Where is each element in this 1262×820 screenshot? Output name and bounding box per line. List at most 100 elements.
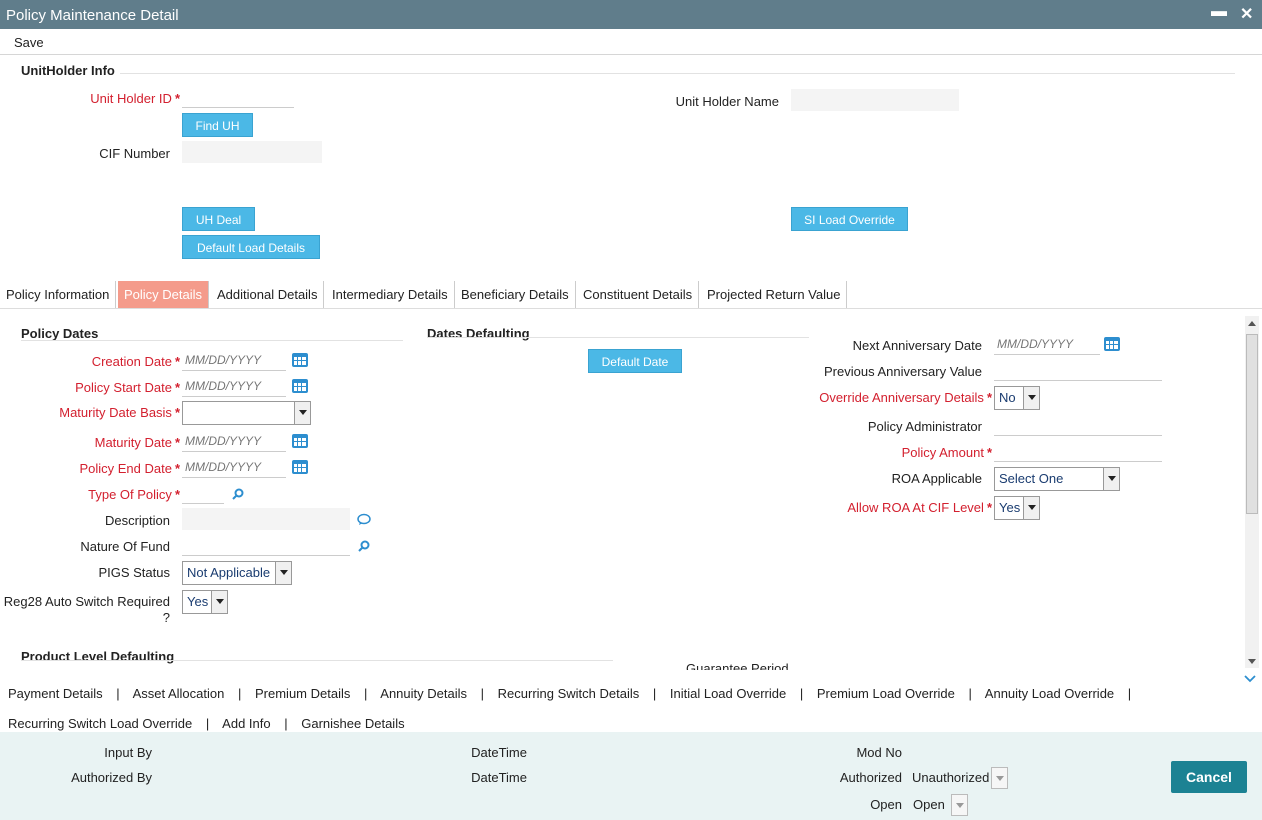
type-of-policy-label: Type Of Policy * xyxy=(88,487,180,502)
link-annuity-details[interactable]: Annuity Details xyxy=(380,686,467,701)
scroll-up-icon[interactable] xyxy=(1248,321,1256,326)
tab-constituent-details[interactable]: Constituent Details xyxy=(577,281,700,308)
policy-administrator-input[interactable] xyxy=(994,414,1162,436)
link-add-info[interactable]: Add Info xyxy=(222,716,270,731)
calendar-icon[interactable] xyxy=(1104,337,1120,351)
description-field xyxy=(182,508,350,530)
section-title-policy-dates: Policy Dates xyxy=(21,326,99,341)
policy-amount-label: Policy Amount * xyxy=(901,445,992,460)
scroll-down-icon[interactable] xyxy=(1248,659,1256,664)
cif-number-field xyxy=(182,141,322,163)
close-icon[interactable]: ✕ xyxy=(1240,4,1253,24)
chevron-down-icon xyxy=(294,402,310,424)
input-by-label: Input By xyxy=(104,745,152,760)
chevron-down-icon xyxy=(275,562,291,584)
link-premium-details[interactable]: Premium Details xyxy=(255,686,350,701)
pigs-status-select[interactable]: Not Applicable xyxy=(182,561,292,585)
authorized-by-label: Authorized By xyxy=(71,770,152,785)
unit-holder-name-label: Unit Holder Name xyxy=(675,94,779,109)
next-anniversary-date-label: Next Anniversary Date xyxy=(852,338,982,353)
mod-no-label: Mod No xyxy=(856,745,902,760)
comment-icon[interactable] xyxy=(357,513,371,526)
link-recurring-switch-load-override[interactable]: Recurring Switch Load Override xyxy=(8,716,192,731)
find-uh-button[interactable]: Find UH xyxy=(182,113,253,137)
section-title-dates-defaulting: Dates Defaulting xyxy=(427,326,530,341)
reg28-auto-switch-select[interactable]: Yes xyxy=(182,590,228,614)
policy-end-date-label: Policy End Date * xyxy=(79,461,180,476)
policy-start-date-label: Policy Start Date * xyxy=(75,380,180,395)
save-button[interactable]: Save xyxy=(14,35,44,50)
maturity-date-basis-select[interactable] xyxy=(182,401,311,425)
link-annuity-load-override[interactable]: Annuity Load Override xyxy=(985,686,1114,701)
search-icon[interactable] xyxy=(358,540,370,552)
allow-roa-cif-level-select[interactable]: Yes xyxy=(994,496,1040,520)
uh-deal-button[interactable]: UH Deal xyxy=(182,207,255,231)
roa-applicable-select[interactable]: Select One xyxy=(994,467,1120,491)
cif-number-label: CIF Number xyxy=(99,146,170,161)
link-premium-load-override[interactable]: Premium Load Override xyxy=(817,686,955,701)
chevron-down-icon[interactable] xyxy=(1244,675,1256,683)
tab-underline xyxy=(0,308,1262,309)
chevron-down-icon xyxy=(1023,387,1039,409)
default-date-button[interactable]: Default Date xyxy=(588,349,682,373)
type-of-policy-input[interactable] xyxy=(182,482,224,504)
tab-policy-details[interactable]: Policy Details xyxy=(118,281,210,308)
section-divider xyxy=(427,337,809,338)
link-payment-details[interactable]: Payment Details xyxy=(8,686,103,701)
allow-roa-cif-level-label: Allow ROA At CIF Level * xyxy=(847,500,992,515)
chevron-down-icon xyxy=(211,591,227,613)
calendar-icon[interactable] xyxy=(292,353,308,367)
calendar-icon[interactable] xyxy=(292,379,308,393)
cancel-button[interactable]: Cancel xyxy=(1171,761,1247,793)
authorized-label: Authorized xyxy=(839,770,902,785)
unit-holder-id-label: Unit Holder ID * xyxy=(90,91,180,106)
link-garnishee-details[interactable]: Garnishee Details xyxy=(301,716,404,731)
clip-area: Guarantee Period xyxy=(0,660,1244,670)
creation-date-input[interactable] xyxy=(182,349,286,371)
roa-applicable-label: ROA Applicable xyxy=(891,471,982,486)
tab-projected-return-value[interactable]: Projected Return Value xyxy=(701,281,848,308)
vertical-scrollbar[interactable] xyxy=(1245,316,1259,668)
authorized-status-select: Unauthorized xyxy=(910,767,1008,789)
calendar-icon[interactable] xyxy=(292,460,308,474)
next-anniversary-date-input[interactable] xyxy=(994,333,1100,355)
description-label: Description xyxy=(104,513,170,528)
link-asset-allocation[interactable]: Asset Allocation xyxy=(133,686,225,701)
tab-additional-details[interactable]: Additional Details xyxy=(211,281,325,308)
pigs-status-label: PIGS Status xyxy=(98,565,170,580)
override-anniversary-details-label: Override Anniversary Details * xyxy=(819,390,992,405)
previous-anniversary-value-input[interactable] xyxy=(994,359,1162,381)
unit-holder-name-field xyxy=(791,89,959,111)
override-anniversary-details-select[interactable]: No xyxy=(994,386,1040,410)
default-load-details-button[interactable]: Default Load Details xyxy=(182,235,320,259)
datetime-label: DateTime xyxy=(471,745,527,760)
chevron-down-icon xyxy=(951,794,968,816)
maturity-date-input[interactable] xyxy=(182,430,286,452)
minimize-icon[interactable]: ▬ xyxy=(1211,3,1227,21)
window-title: Policy Maintenance Detail xyxy=(6,7,179,24)
search-icon[interactable] xyxy=(232,488,244,500)
policy-start-date-input[interactable] xyxy=(182,375,286,397)
calendar-icon[interactable] xyxy=(292,434,308,448)
nature-of-fund-label: Nature Of Fund xyxy=(80,539,170,554)
maturity-date-basis-label: Maturity Date Basis * xyxy=(59,405,180,420)
link-recurring-switch-details[interactable]: Recurring Switch Details xyxy=(498,686,640,701)
subscreen-links: Payment Details | Asset Allocation | Pre… xyxy=(8,686,1132,731)
policy-amount-input[interactable] xyxy=(994,440,1162,462)
si-load-override-button[interactable]: SI Load Override xyxy=(791,207,908,231)
policy-end-date-input[interactable] xyxy=(182,456,286,478)
scrollbar-thumb[interactable] xyxy=(1246,334,1258,514)
policy-administrator-label: Policy Administrator xyxy=(867,419,982,434)
tab-intermediary-details[interactable]: Intermediary Details xyxy=(326,281,455,308)
creation-date-label: Creation Date * xyxy=(91,354,180,369)
tab-beneficiary-details[interactable]: Beneficiary Details xyxy=(455,281,576,308)
chevron-down-icon xyxy=(991,767,1008,789)
window-titlebar: Policy Maintenance Detail ▬ ✕ xyxy=(0,0,1262,29)
chevron-down-icon xyxy=(1103,468,1119,490)
link-initial-load-override[interactable]: Initial Load Override xyxy=(670,686,786,701)
section-divider xyxy=(21,340,403,341)
unit-holder-id-input[interactable] xyxy=(182,86,294,108)
nature-of-fund-input[interactable] xyxy=(182,534,350,556)
tab-policy-information[interactable]: Policy Information xyxy=(0,281,117,308)
audit-footer xyxy=(0,732,1262,820)
